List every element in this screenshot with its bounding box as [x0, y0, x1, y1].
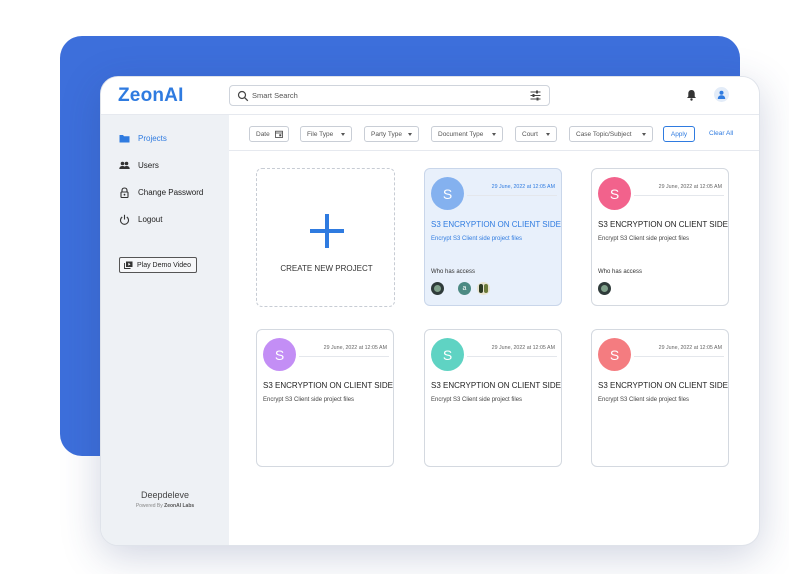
- case-topic-label: Case Topic/Subject: [576, 130, 632, 138]
- court-filter[interactable]: Court: [515, 126, 557, 142]
- project-date: 29 June, 2022 at 12:05 AM: [491, 184, 555, 190]
- app-window: ZeonAI Smart Search Projects Users Chang…: [100, 76, 760, 546]
- project-avatar: S: [431, 338, 464, 371]
- member-avatar[interactable]: [598, 282, 611, 295]
- project-avatar: S: [598, 177, 631, 210]
- app-logo[interactable]: ZeonAI: [118, 85, 184, 107]
- project-card[interactable]: S 29 June, 2022 at 12:05 AM S3 ENCRYPTIO…: [424, 329, 562, 467]
- member-avatar[interactable]: a: [458, 282, 471, 295]
- card-divider: [634, 195, 724, 196]
- project-avatar: S: [598, 338, 631, 371]
- party-type-label: Party Type: [371, 130, 402, 138]
- card-divider: [467, 356, 557, 357]
- access-avatars: [598, 282, 620, 296]
- sidebar-item-change-password[interactable]: Change Password: [119, 185, 203, 199]
- sidebar-item-label: Projects: [138, 133, 167, 143]
- project-description: Encrypt S3 Client side project files: [263, 397, 355, 403]
- document-type-filter[interactable]: Document Type: [431, 126, 503, 142]
- lock-icon: [120, 186, 129, 198]
- project-description: Encrypt S3 Client side project files: [598, 236, 690, 242]
- case-topic-filter[interactable]: Case Topic/Subject: [569, 126, 653, 142]
- file-type-filter[interactable]: File Type: [300, 126, 352, 142]
- member-avatar[interactable]: [477, 282, 490, 295]
- calendar-icon: [275, 130, 283, 138]
- project-card[interactable]: S 29 June, 2022 at 12:05 AM S3 ENCRYPTIO…: [256, 329, 394, 467]
- powered-by: Powered By ZeonAI Labs: [101, 503, 229, 509]
- project-date: 29 June, 2022 at 12:05 AM: [491, 345, 555, 351]
- project-title: S3 ENCRYPTION ON CLIENT SIDE: [598, 381, 728, 390]
- clear-all-button[interactable]: Clear All: [709, 130, 733, 137]
- court-label: Court: [522, 130, 538, 138]
- folder-icon: [119, 134, 130, 142]
- project-title: S3 ENCRYPTION ON CLIENT SIDE: [431, 220, 561, 229]
- power-icon: [120, 214, 129, 225]
- date-filter-label: Date: [256, 130, 270, 138]
- play-demo-video-button[interactable]: Play Demo Video: [119, 257, 197, 273]
- card-divider: [634, 356, 724, 357]
- apply-button[interactable]: Apply: [663, 126, 695, 142]
- bell-icon[interactable]: [686, 89, 697, 101]
- projects-grid: CREATE NEW PROJECT S 29 June, 2022 at 12…: [229, 151, 759, 545]
- sidebar-item-label: Change Password: [138, 187, 204, 197]
- brand-name: Deepdeleve: [140, 490, 190, 500]
- search-icon: [237, 90, 249, 102]
- filter-bar: Date File Type Party Type Document Type …: [229, 115, 759, 151]
- sidebar-item-label: Users: [138, 160, 159, 170]
- sidebar-item-users[interactable]: Users: [119, 158, 159, 172]
- create-project-label: CREATE NEW PROJECT: [280, 264, 373, 273]
- chevron-down-icon: [492, 133, 496, 136]
- chevron-down-icon: [546, 133, 550, 136]
- powered-by-prefix: Powered By: [135, 503, 165, 509]
- create-new-project-card[interactable]: CREATE NEW PROJECT: [256, 168, 395, 307]
- filter-sliders-icon[interactable]: [530, 90, 541, 101]
- chevron-down-icon: [341, 133, 345, 136]
- project-avatar: S: [431, 177, 464, 210]
- person-icon: [717, 90, 726, 99]
- top-bar: ZeonAI Smart Search: [101, 77, 759, 115]
- sidebar-item-logout[interactable]: Logout: [119, 212, 162, 226]
- card-divider: [299, 356, 389, 357]
- project-title: S3 ENCRYPTION ON CLIENT SIDE: [598, 220, 728, 229]
- member-avatar[interactable]: [431, 282, 444, 295]
- project-avatar: S: [263, 338, 296, 371]
- project-card[interactable]: S 29 June, 2022 at 12:05 AM S3 ENCRYPTIO…: [591, 329, 729, 467]
- sidebar: Projects Users Change Password Logout Pl…: [101, 115, 229, 545]
- access-avatars: a: [431, 282, 499, 296]
- video-library-icon: [124, 261, 133, 269]
- sidebar-item-projects[interactable]: Projects: [119, 131, 167, 145]
- search-box[interactable]: Smart Search: [229, 85, 550, 106]
- powered-by-brand: ZeonAI Labs: [164, 503, 195, 509]
- chevron-down-icon: [408, 133, 412, 136]
- search-input[interactable]: Smart Search: [252, 91, 298, 100]
- document-type-label: Document Type: [438, 130, 484, 138]
- project-description: Encrypt S3 Client side project files: [598, 397, 690, 403]
- plus-icon: [310, 214, 344, 248]
- user-avatar[interactable]: [714, 87, 729, 102]
- project-title: S3 ENCRYPTION ON CLIENT SIDE: [431, 381, 561, 390]
- card-divider: [467, 195, 557, 196]
- demo-button-label: Play Demo Video: [137, 261, 191, 269]
- project-card[interactable]: S 29 June, 2022 at 12:05 AM S3 ENCRYPTIO…: [424, 168, 562, 306]
- chevron-down-icon: [642, 133, 646, 136]
- users-icon: [119, 161, 130, 169]
- access-label: Who has access: [431, 269, 476, 275]
- project-card[interactable]: S 29 June, 2022 at 12:05 AM S3 ENCRYPTIO…: [591, 168, 729, 306]
- access-label: Who has access: [598, 269, 643, 275]
- project-date: 29 June, 2022 at 12:05 AM: [658, 184, 722, 190]
- project-date: 29 June, 2022 at 12:05 AM: [658, 345, 722, 351]
- project-description: Encrypt S3 Client side project files: [431, 397, 523, 403]
- party-type-filter[interactable]: Party Type: [364, 126, 419, 142]
- project-date: 29 June, 2022 at 12:05 AM: [323, 345, 387, 351]
- project-title: S3 ENCRYPTION ON CLIENT SIDE: [263, 381, 393, 390]
- project-description: Encrypt S3 Client side project files: [431, 236, 523, 242]
- file-type-label: File Type: [307, 130, 334, 138]
- date-filter[interactable]: Date: [249, 126, 289, 142]
- sidebar-item-label: Logout: [138, 214, 163, 224]
